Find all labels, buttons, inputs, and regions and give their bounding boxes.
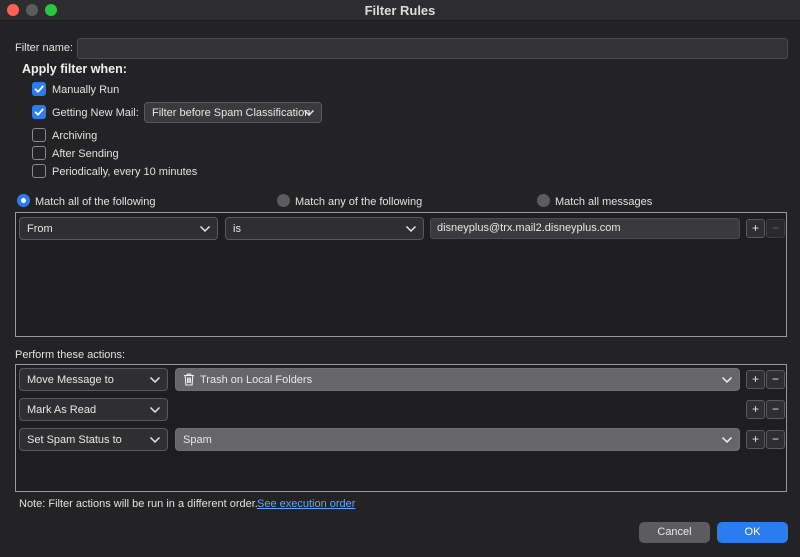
remove-condition-button[interactable]: −: [766, 219, 785, 238]
add-action-button[interactable]: +: [746, 400, 765, 419]
manually-run-checkbox[interactable]: [32, 82, 46, 96]
add-condition-button[interactable]: +: [746, 219, 765, 238]
spam-status-dropdown[interactable]: Spam: [175, 428, 740, 451]
remove-action-button[interactable]: −: [766, 370, 785, 389]
archiving-label: Archiving: [52, 130, 98, 142]
perform-actions-heading: Perform these actions:: [15, 349, 126, 361]
match-all-radio[interactable]: [17, 194, 30, 207]
action-type-dropdown[interactable]: Move Message to: [19, 368, 168, 391]
match-all-messages-radio[interactable]: [537, 194, 550, 207]
checkmark-icon: [34, 108, 44, 116]
ok-button[interactable]: OK: [717, 522, 788, 543]
after-sending-label: After Sending: [52, 148, 119, 160]
add-action-button[interactable]: +: [746, 370, 765, 389]
action-type-value: Move Message to: [27, 373, 114, 386]
see-execution-order-link[interactable]: See execution order: [257, 498, 355, 510]
cancel-button[interactable]: Cancel: [639, 522, 710, 543]
action-type-value: Set Spam Status to: [27, 433, 122, 446]
getting-new-mail-label: Getting New Mail:: [52, 107, 139, 119]
filter-name-input[interactable]: [77, 38, 788, 59]
periodically-checkbox[interactable]: [32, 164, 46, 178]
chevron-down-icon: [405, 225, 417, 232]
condition-operator-dropdown[interactable]: is: [225, 217, 424, 240]
match-any-label: Match any of the following: [295, 196, 423, 208]
chevron-down-icon: [149, 436, 161, 443]
action-type-value: Mark As Read: [27, 403, 97, 416]
execution-order-note: Note: Filter actions will be run in a di…: [19, 498, 258, 510]
condition-field-value: From: [27, 222, 53, 235]
spam-status-value: Spam: [183, 433, 212, 446]
action-type-dropdown[interactable]: Set Spam Status to: [19, 428, 168, 451]
chevron-down-icon: [721, 436, 733, 443]
periodically-label: Periodically, every 10 minutes: [52, 166, 198, 178]
trash-icon: [184, 373, 194, 386]
checkmark-icon: [34, 85, 44, 93]
manually-run-label: Manually Run: [52, 84, 120, 96]
condition-operator-value: is: [233, 222, 241, 235]
apply-filter-when-heading: Apply filter when:: [22, 62, 127, 76]
title-bar: Filter Rules: [0, 0, 800, 21]
match-any-radio[interactable]: [277, 194, 290, 207]
remove-action-button[interactable]: −: [766, 430, 785, 449]
match-all-label: Match all of the following: [35, 196, 156, 208]
spam-classification-value: Filter before Spam Classification: [152, 106, 311, 119]
getting-new-mail-checkbox[interactable]: [32, 105, 46, 119]
remove-action-button[interactable]: −: [766, 400, 785, 419]
condition-value-input[interactable]: disneyplus@trx.mail2.disneyplus.com: [430, 218, 740, 239]
chevron-down-icon: [199, 225, 211, 232]
chevron-down-icon: [149, 376, 161, 383]
filter-name-label: Filter name:: [15, 42, 74, 54]
move-target-folder-value: Trash on Local Folders: [200, 373, 313, 386]
spam-classification-dropdown[interactable]: Filter before Spam Classification: [144, 102, 322, 123]
archiving-checkbox[interactable]: [32, 128, 46, 142]
window-title: Filter Rules: [364, 3, 436, 18]
chevron-down-icon: [303, 109, 315, 116]
condition-field-dropdown[interactable]: From: [19, 217, 218, 240]
after-sending-checkbox[interactable]: [32, 146, 46, 160]
chevron-down-icon: [149, 406, 161, 413]
action-type-dropdown[interactable]: Mark As Read: [19, 398, 168, 421]
move-target-folder-dropdown[interactable]: Trash on Local Folders: [175, 368, 740, 391]
chevron-down-icon: [721, 376, 733, 383]
match-all-messages-label: Match all messages: [555, 196, 653, 208]
add-action-button[interactable]: +: [746, 430, 765, 449]
